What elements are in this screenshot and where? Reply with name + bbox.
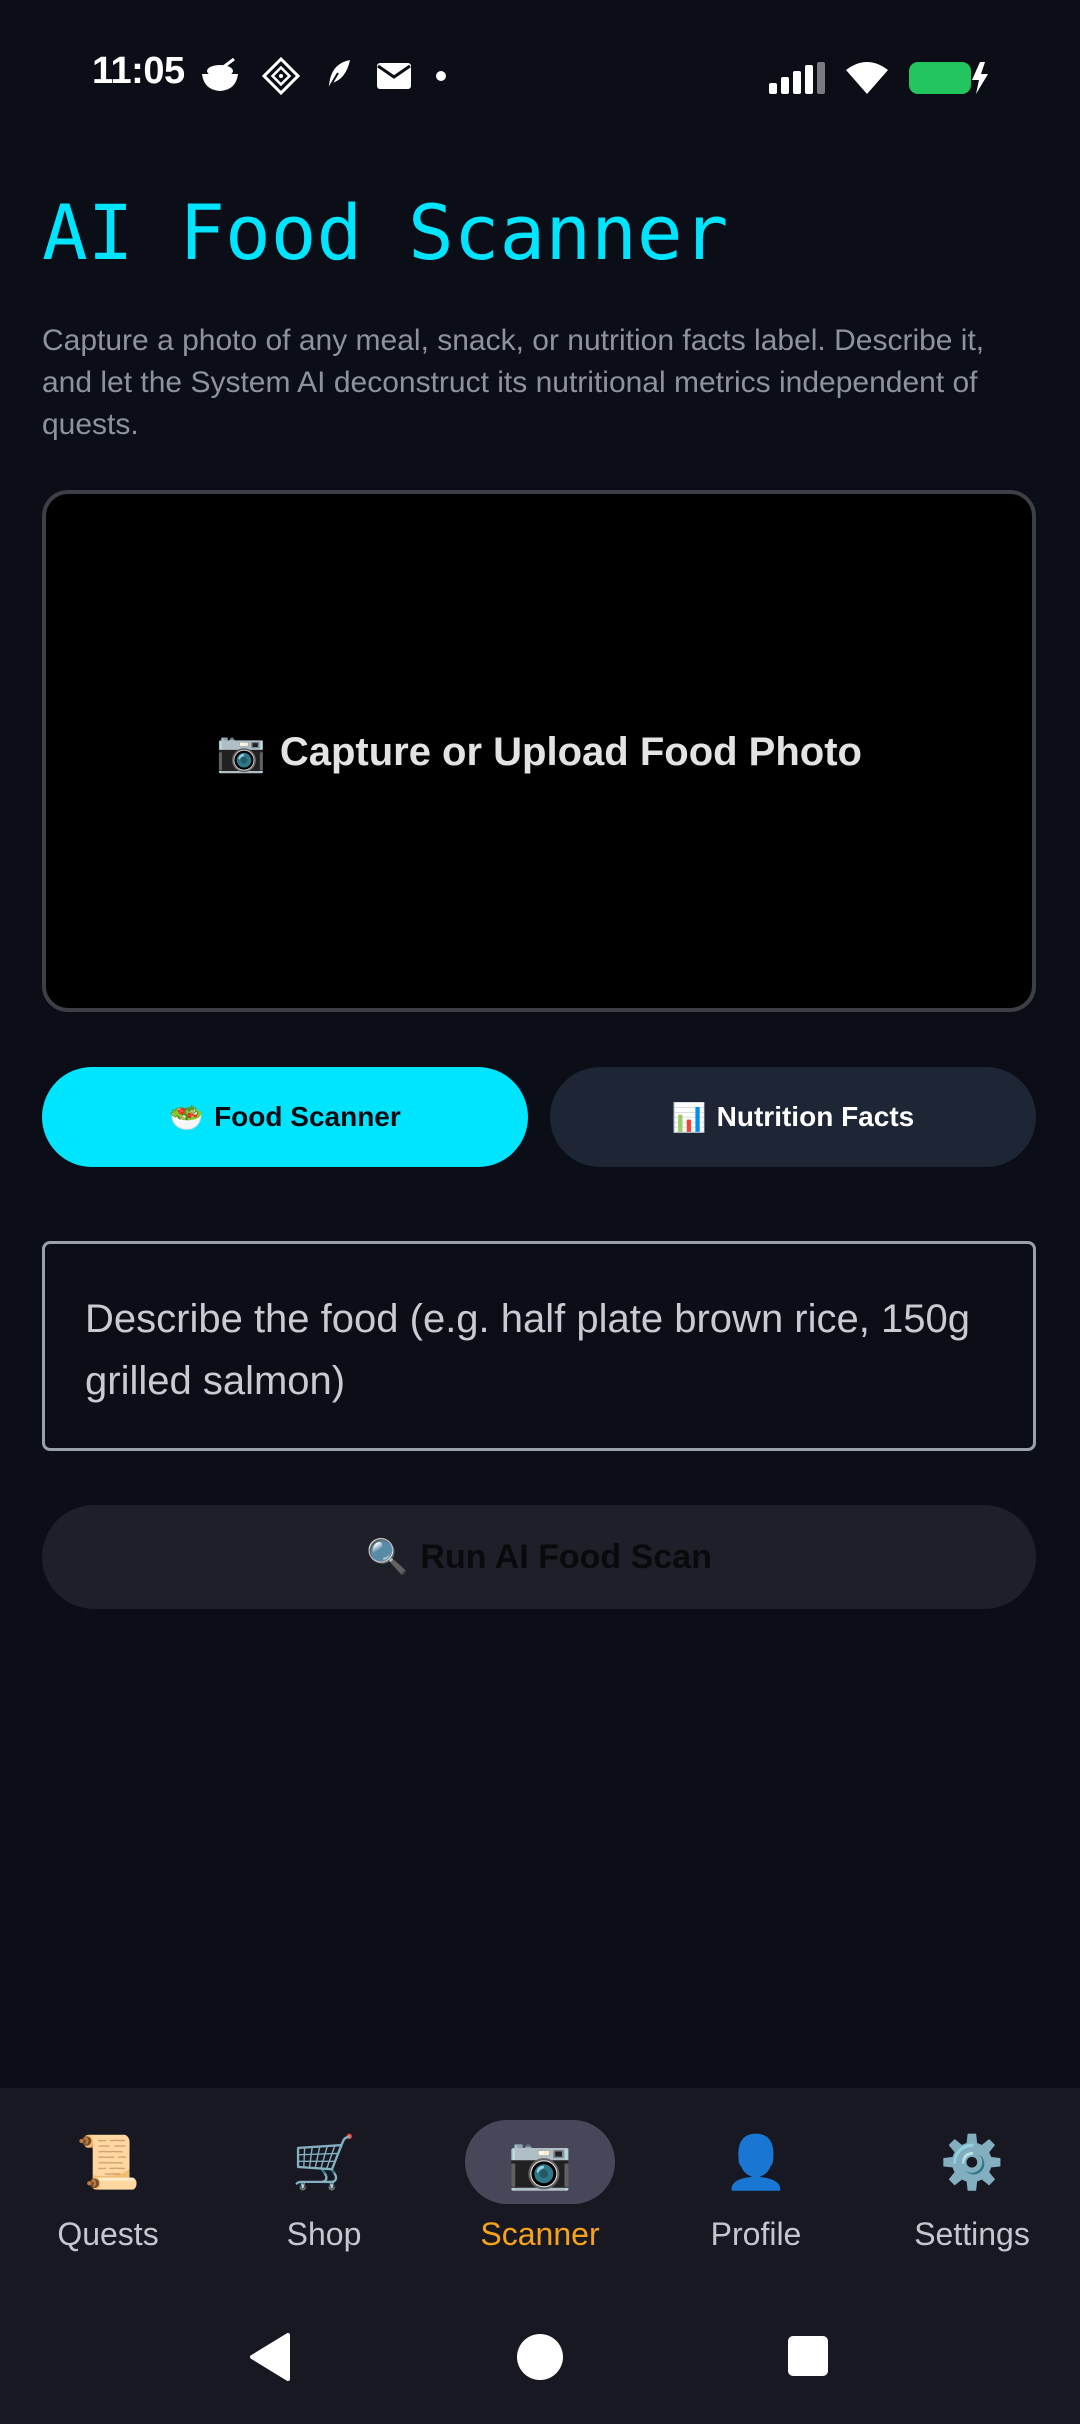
- rice-bowl-icon: [202, 58, 238, 91]
- nav-item-shop[interactable]: 🛒 Shop: [216, 2088, 432, 2294]
- nutrition-facts-mode-label: Nutrition Facts: [716, 1101, 915, 1132]
- page-description: Capture a photo of any meal, snack, or n…: [42, 324, 985, 441]
- home-icon[interactable]: [517, 2334, 563, 2380]
- status-bar: 11:05: [0, 0, 1080, 150]
- nav-item-profile[interactable]: 👤 Profile: [648, 2088, 864, 2294]
- food-description-input[interactable]: Describe the food (e.g. half plate brown…: [42, 1241, 1036, 1451]
- signal-icon: [769, 62, 825, 94]
- capture-photo-button[interactable]: 📷 Capture or Upload Food Photo: [42, 490, 1036, 1012]
- system-navigation-bar: [0, 2294, 1080, 2424]
- scroll-icon: 📜: [75, 2133, 141, 2192]
- page-title: AI Food Scanner: [42, 188, 729, 277]
- nav-label-shop: Shop: [286, 2216, 362, 2252]
- dot-icon: [436, 71, 446, 81]
- status-time: 11:05: [92, 50, 185, 92]
- system-status-icons: [768, 58, 992, 98]
- magnifier-icon: 🔍: [366, 1538, 409, 1576]
- capture-photo-label: 📷 Capture or Upload Food Photo: [216, 729, 862, 774]
- nav-label-settings: Settings: [914, 2216, 1030, 2252]
- camera-icon: 📷: [216, 729, 266, 774]
- food-scanner-mode-label: Food Scanner: [214, 1101, 401, 1132]
- run-ai-food-scan-button[interactable]: 🔍 Run AI Food Scan: [42, 1505, 1036, 1609]
- food-scanner-mode-button[interactable]: 🥗 Food Scanner: [42, 1067, 528, 1167]
- nav-item-settings[interactable]: ⚙️ Settings: [864, 2088, 1080, 2294]
- app-screen: 11:05 AI Food Scanner Capture a photo of…: [0, 0, 1080, 2424]
- shopping-cart-icon: 🛒: [291, 2133, 357, 2192]
- diamond-grid-icon: [262, 57, 300, 95]
- recent-apps-icon[interactable]: [788, 2336, 828, 2376]
- battery-charging-icon: [909, 62, 988, 94]
- user-icon: 👤: [723, 2133, 789, 2192]
- mail-icon: [377, 63, 411, 89]
- back-icon[interactable]: [248, 2332, 292, 2382]
- camera-icon: 📷: [465, 2120, 615, 2204]
- bar-chart-icon: 📊: [671, 1101, 707, 1133]
- nav-item-scanner[interactable]: 📷 Scanner: [432, 2088, 648, 2294]
- nutrition-facts-mode-button[interactable]: 📊 Nutrition Facts: [550, 1067, 1036, 1167]
- gear-icon: ⚙️: [939, 2133, 1005, 2192]
- notification-icons: [200, 54, 448, 98]
- food-description-placeholder: Describe the food (e.g. half plate brown…: [85, 1297, 970, 1403]
- wifi-icon: [846, 62, 888, 94]
- nav-label-profile: Profile: [710, 2216, 802, 2252]
- salad-icon: 🥗: [169, 1101, 205, 1133]
- nav-label-quests: Quests: [57, 2216, 159, 2252]
- feather-icon: [325, 60, 350, 94]
- nav-item-quests[interactable]: 📜 Quests: [0, 2088, 216, 2294]
- bottom-navigation: 📜 Quests 🛒 Shop 📷 Scanner 👤 Profile ⚙️ S…: [0, 2088, 1080, 2294]
- run-ai-food-scan-label: Run AI Food Scan: [420, 1537, 712, 1576]
- nav-label-scanner: Scanner: [480, 2216, 600, 2252]
